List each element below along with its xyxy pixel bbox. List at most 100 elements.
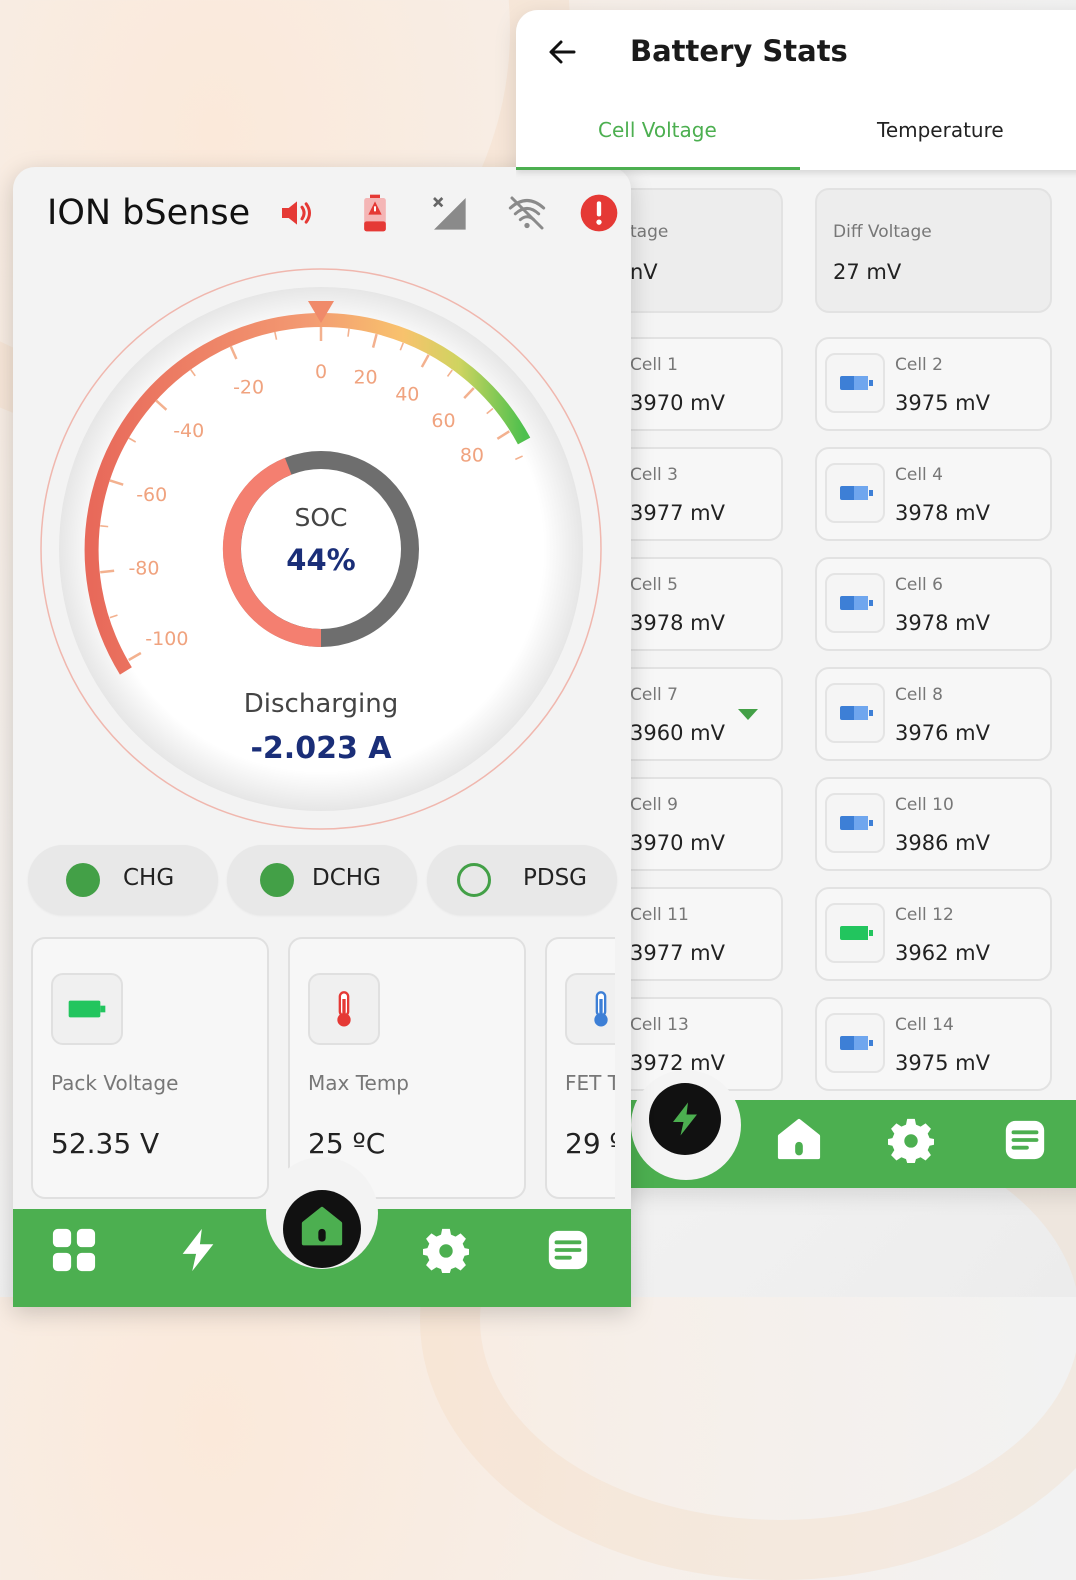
app-bar: Battery Stats Cell Voltage Temperature [516,10,1076,170]
dashboard-grid-icon[interactable] [51,1227,97,1273]
stat-label: FET T [565,1071,615,1095]
cell-label: Cell 8 [895,685,943,705]
battery-icon [825,793,885,853]
cell-label: Cell 2 [895,355,943,375]
fet-temp-card: FET T 29 º [545,937,615,1199]
card-label: tage [630,222,669,242]
dchg-status-dot [260,863,294,897]
battery-icon [825,573,885,633]
cell-value: 3975 mV [895,1051,990,1075]
soc-current-gauge: -100 -80 -60 -40 -20 0 20 40 6080 SOC 44% Discha… [40,268,602,830]
cell-label: Cell 13 [630,1015,689,1035]
cell-card: Cell 12 3962 mV [815,887,1052,981]
cell-label: Cell 14 [895,1015,954,1035]
no-signal-icon[interactable] [429,193,469,233]
gauge-tick-label: -100 [145,628,188,650]
thermometer-cold-icon [565,973,615,1045]
cell-card: Cell 2 3975 mV [815,337,1052,431]
report-icon[interactable] [545,1227,591,1273]
cell-label: Cell 5 [630,575,678,595]
gauge-tick [100,524,109,528]
gauge-tick-label: -80 [128,558,159,580]
gauge-tick-label: 40 [395,383,419,405]
current-value: -2.023 A [250,731,392,766]
fab-home-button[interactable] [283,1190,361,1268]
current-state: Discharging [244,689,398,719]
cell-label: Cell 3 [630,465,678,485]
chip-label: CHG [123,865,175,891]
gauge-tick [347,328,350,337]
cell-card: Cell 6 3978 mV [815,557,1052,651]
cell-value: 3976 mV [895,721,990,745]
cell-card: Cell 10 3986 mV [815,777,1052,871]
tab-cell-voltage[interactable]: Cell Voltage [598,118,717,142]
battery-alert-icon[interactable] [355,193,395,233]
fet-temp-card-clip: FET T 29 º [545,937,615,1199]
cell-value: 3960 mV [630,721,725,745]
gauge-tick-label: 80 [460,445,484,467]
cell-value: 3975 mV [895,391,990,415]
tab-indicator [516,167,800,170]
battery-full-icon [51,973,123,1045]
speaker-alarm-icon[interactable] [277,193,317,233]
cell-label: Cell 1 [630,355,678,375]
back-arrow-icon[interactable] [546,36,578,68]
cell-label: Cell 11 [630,905,689,925]
cell-value: 3970 mV [630,391,725,415]
dchg-status-chip: DCHG [227,845,417,915]
diff-voltage-card: Diff Voltage 27 mV [815,188,1052,313]
chg-status-dot [66,863,100,897]
chg-status-chip: CHG [28,845,218,915]
cell-value: 3977 mV [630,941,725,965]
soc-value: 44% [286,543,355,577]
chip-label: DCHG [312,865,381,891]
cell-card: Cell 4 3978 mV [815,447,1052,541]
lightning-icon[interactable] [175,1227,221,1273]
page-title: Battery Stats [630,34,848,68]
cell-label: Cell 7 [630,685,678,705]
gauge-tick-label: -40 [173,420,204,442]
gear-icon[interactable] [888,1117,934,1163]
pdsg-status-dot [457,863,491,897]
gear-icon[interactable] [423,1227,469,1273]
fab-lightning-button[interactable] [649,1083,721,1155]
lightning-icon [673,1102,697,1136]
card-label: Diff Voltage [833,222,932,242]
gauge-tick-label: -20 [233,376,264,398]
home-icon[interactable] [776,1117,822,1163]
gauge-tick [100,569,115,574]
cell-value: 3978 mV [895,501,990,525]
thermometer-hot-icon [308,973,380,1045]
cell-label: Cell 12 [895,905,954,925]
report-icon[interactable] [1002,1117,1048,1163]
stat-label: Pack Voltage [51,1071,179,1095]
cell-card: Cell 14 3975 mV [815,997,1052,1091]
card-value: 27 mV [833,260,902,284]
cell-label: Cell 4 [895,465,943,485]
cell-card: Cell 8 3976 mV [815,667,1052,761]
gauge-tick-label: -60 [136,484,167,506]
soc-label: SOC [294,503,347,532]
cell-label: Cell 9 [630,795,678,815]
chip-label: PDSG [523,865,588,891]
battery-full-icon [825,903,885,963]
home-icon [301,1206,343,1246]
cell-value: 3978 mV [895,611,990,635]
stat-label: Max Temp [308,1071,410,1095]
tab-temperature[interactable]: Temperature [877,118,1004,142]
pdsg-status-chip: PDSG [427,845,617,915]
cell-value: 3978 mV [630,611,725,635]
pack-voltage-card: Pack Voltage 52.35 V [31,937,269,1199]
gauge-tick-label: 0 [315,361,327,383]
card-value: nV [630,260,658,284]
error-alert-icon[interactable] [579,193,619,233]
cell-value: 3986 mV [895,831,990,855]
gauge-tick-label: 20 [353,367,377,389]
cell-value: 3962 mV [895,941,990,965]
stat-value: 29 º [565,1127,615,1160]
wifi-off-icon[interactable] [507,193,547,233]
gauge-tick-label: 60 [431,410,455,432]
cell-value: 3977 mV [630,501,725,525]
cell-value: 3970 mV [630,831,725,855]
battery-icon [825,463,885,523]
